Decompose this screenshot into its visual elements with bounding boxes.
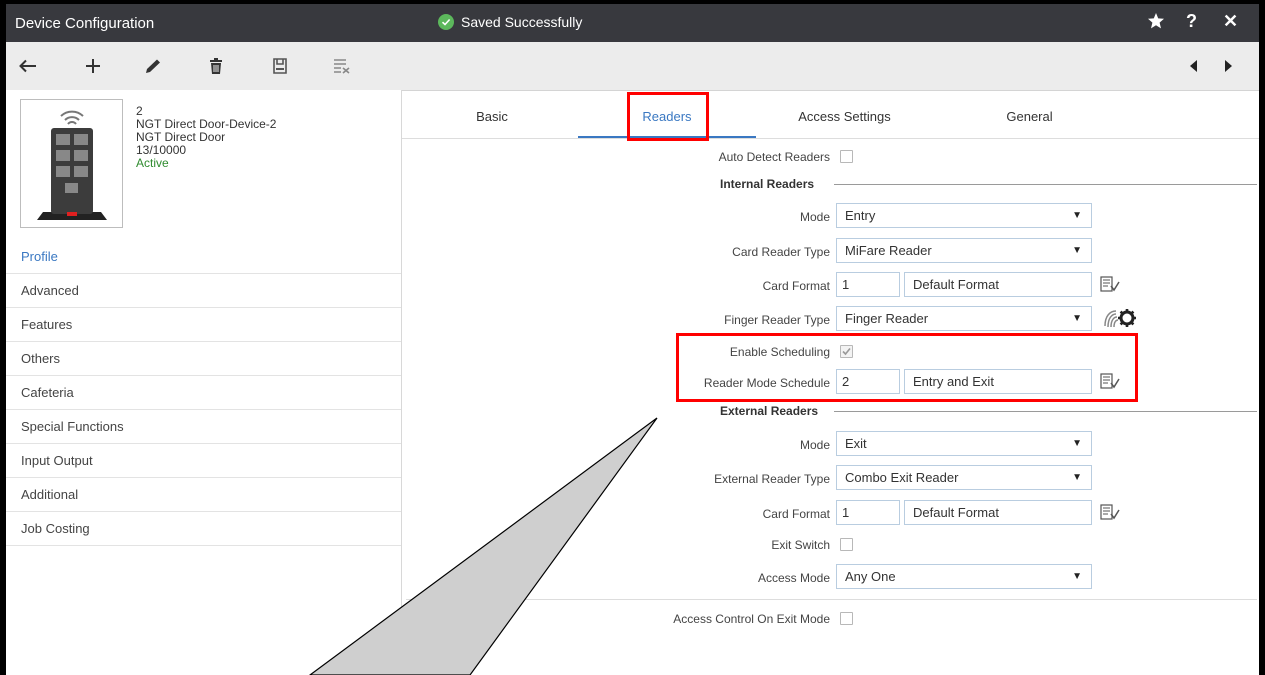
external-reader-type-label: External Reader Type [714, 472, 830, 486]
sidebar-item-others[interactable]: Others [6, 342, 401, 376]
door-device-icon [37, 110, 107, 220]
success-check-icon [438, 14, 454, 30]
access-mode-value: Any One [845, 569, 896, 584]
saved-message: Saved Successfully [461, 14, 583, 30]
sidebar-item-job-costing[interactable]: Job Costing [6, 512, 401, 546]
card-format-label: Card Format [762, 279, 830, 293]
app-title: Device Configuration [15, 15, 155, 32]
finger-reader-type-value: Finger Reader [845, 311, 929, 326]
dropdown-arrow-icon: ▼ [1072, 571, 1082, 582]
dropdown-arrow-icon: ▼ [1072, 210, 1082, 221]
internal-mode-select[interactable]: Entry ▼ [836, 203, 1092, 228]
help-icon[interactable]: ? [1186, 11, 1197, 32]
external-mode-value: Exit [845, 436, 867, 451]
section-divider [834, 184, 1257, 185]
saved-notification: Saved Successfully [438, 14, 582, 30]
access-mode-select[interactable]: Any One ▼ [836, 564, 1092, 589]
device-status: Active [136, 156, 169, 170]
exit-switch-label: Exit Switch [771, 538, 830, 552]
external-card-format-name-input[interactable]: Default Format [904, 500, 1092, 525]
sidebar-item-input-output[interactable]: Input Output [6, 444, 401, 478]
title-bar: Device Configuration Saved Successfully … [6, 4, 1259, 42]
access-control-exit-checkbox[interactable] [840, 612, 853, 625]
sidebar-item-profile[interactable]: Profile [6, 240, 401, 274]
internal-readers-title: Internal Readers [720, 177, 815, 191]
tab-bar: Basic Readers Access Settings General [402, 90, 1259, 139]
finger-reader-type-label: Finger Reader Type [724, 313, 830, 327]
card-reader-type-select[interactable]: MiFare Reader ▼ [836, 238, 1092, 263]
card-format-lookup-icon[interactable] [1100, 276, 1120, 294]
tab-general[interactable]: General [972, 90, 1087, 138]
dropdown-arrow-icon: ▼ [1072, 245, 1082, 256]
external-readers-title: External Readers [720, 404, 819, 418]
scheduling-highlight [676, 333, 1138, 402]
card-reader-type-label: Card Reader Type [732, 245, 830, 259]
card-format-code-input[interactable]: 1 [836, 272, 900, 297]
sidebar-item-additional[interactable]: Additional [6, 478, 401, 512]
prev-arrow-icon[interactable] [1182, 54, 1206, 78]
delete-trash-icon[interactable] [204, 54, 228, 78]
sidebar-item-cafeteria[interactable]: Cafeteria [6, 376, 401, 410]
add-icon[interactable] [81, 54, 105, 78]
access-control-exit-label: Access Control On Exit Mode [673, 612, 830, 626]
dropdown-arrow-icon: ▼ [1072, 438, 1082, 449]
dropdown-arrow-icon: ▼ [1072, 472, 1082, 483]
finger-reader-type-select[interactable]: Finger Reader ▼ [836, 306, 1092, 331]
auto-detect-checkbox[interactable] [840, 150, 853, 163]
external-reader-type-value: Combo Exit Reader [845, 470, 959, 485]
fingerprint-settings-icon[interactable] [1102, 306, 1138, 333]
sidebar-nav: Profile Advanced Features Others Cafeter… [6, 240, 401, 546]
toolbar [6, 42, 1259, 91]
external-card-format-label: Card Format [762, 507, 830, 521]
edit-pen-icon[interactable] [141, 54, 165, 78]
close-icon[interactable]: ✕ [1223, 11, 1238, 32]
external-mode-select[interactable]: Exit ▼ [836, 431, 1092, 456]
star-icon[interactable] [1147, 12, 1165, 35]
exit-switch-checkbox[interactable] [840, 538, 853, 551]
card-reader-type-value: MiFare Reader [845, 243, 932, 258]
sidebar-item-advanced[interactable]: Advanced [6, 274, 401, 308]
form-divider [406, 599, 1257, 600]
external-reader-type-select[interactable]: Combo Exit Reader ▼ [836, 465, 1092, 490]
clear-list-icon[interactable] [330, 54, 354, 78]
sidebar: 2 NGT Direct Door-Device-2 NGT Direct Do… [6, 90, 402, 675]
access-mode-label: Access Mode [757, 571, 830, 585]
card-format-name-input[interactable]: Default Format [904, 272, 1092, 297]
internal-mode-value: Entry [845, 208, 876, 223]
next-arrow-icon[interactable] [1216, 54, 1240, 78]
device-image [20, 99, 123, 228]
external-card-format-code-input[interactable]: 1 [836, 500, 900, 525]
internal-mode-label: Mode [799, 210, 830, 224]
external-card-format-lookup-icon[interactable] [1100, 504, 1120, 522]
save-icon[interactable] [268, 54, 292, 78]
readers-tab-highlight [627, 92, 709, 141]
auto-detect-label: Auto Detect Readers [718, 150, 830, 164]
sidebar-item-features[interactable]: Features [6, 308, 401, 342]
device-info: 2 NGT Direct Door-Device-2 NGT Direct Do… [136, 105, 276, 170]
sidebar-item-special-functions[interactable]: Special Functions [6, 410, 401, 444]
dropdown-arrow-icon: ▼ [1072, 313, 1082, 324]
tab-access-settings[interactable]: Access Settings [782, 90, 907, 138]
tab-basic[interactable]: Basic [432, 90, 552, 138]
external-mode-label: Mode [799, 438, 830, 452]
back-arrow-icon[interactable] [16, 54, 40, 78]
section-divider [834, 411, 1257, 412]
